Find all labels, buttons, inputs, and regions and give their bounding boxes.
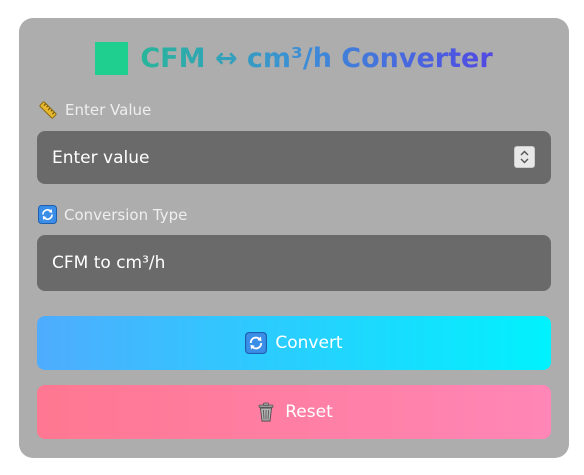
value-label: Enter Value	[38, 100, 151, 120]
page-title: CFM ↔ cm³/h Converter	[140, 42, 493, 74]
ruler-icon	[39, 101, 57, 119]
conversion-label-text: Conversion Type	[64, 205, 188, 224]
spinner-arrows-icon	[520, 150, 529, 164]
converter-card: CFM ↔ cm³/h Converter Enter Value Enter …	[19, 18, 569, 458]
value-label-text: Enter Value	[65, 101, 152, 119]
sync-icon	[245, 332, 268, 354]
reset-button-label: Reset	[285, 402, 333, 422]
reset-button[interactable]: Reset	[37, 385, 551, 439]
green-square-icon	[95, 41, 129, 75]
sync-icon	[38, 205, 57, 224]
conversion-type-select[interactable]: CFM to cm³/h	[37, 235, 551, 291]
header: CFM ↔ cm³/h Converter	[19, 38, 569, 78]
conversion-type-value: CFM to cm³/h	[52, 253, 166, 273]
convert-button[interactable]: Convert	[37, 316, 551, 370]
conversion-label: Conversion Type	[38, 205, 187, 224]
convert-button-label: Convert	[275, 333, 343, 353]
value-input-placeholder: Enter value	[52, 147, 150, 168]
value-input[interactable]: Enter value	[37, 131, 551, 184]
number-spinner[interactable]	[514, 146, 535, 168]
trash-icon	[258, 402, 274, 422]
